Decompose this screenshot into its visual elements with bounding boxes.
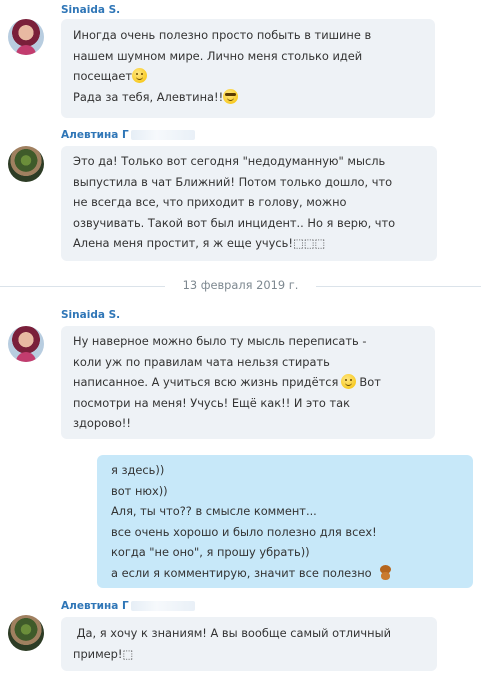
- message-author[interactable]: Sinaida S.: [61, 4, 120, 16]
- message-text-line: выпустила в чат Ближний! Потом только до…: [73, 174, 393, 189]
- message-text-line: не всегда все, что приходит в голову, мо…: [73, 195, 347, 209]
- redacted-name: [130, 601, 195, 611]
- message-text-line: а если я комментирую, значит все полезно: [111, 565, 372, 580]
- message-text-line: Это да! Только вот сегодня "недодуманную…: [73, 154, 386, 168]
- message-bubble: Ну наверное можно было ту мысль переписа…: [61, 326, 435, 439]
- message-text-line: озвучивать. Такой вот был инцидент.. Но …: [73, 215, 396, 230]
- message-text-line: все очень хорошо и было полезно для всех…: [111, 524, 377, 539]
- message-text-line: пример!⬚: [73, 646, 134, 661]
- redacted-name: [130, 130, 195, 140]
- separator-line: [316, 286, 481, 287]
- message-text-line: Аля, ты что?? в смысле коммент...: [111, 504, 317, 518]
- message-text-line: коли уж по правилам чата нельзя стирать: [73, 354, 330, 369]
- message-text-line: Да, я хочу к знаниям! А вы вообще самый …: [73, 626, 391, 640]
- date-label: 13 февраля 2019 г.: [168, 278, 313, 292]
- message-author[interactable]: Алевтина Г: [61, 600, 195, 612]
- message-bubble: Да, я хочу к знаниям! А вы вообще самый …: [61, 617, 437, 671]
- message-author[interactable]: Алевтина Г: [61, 129, 195, 141]
- message-text-line: когда "не оно", я прошу убрать)): [111, 545, 310, 559]
- message-text-line: Вот: [359, 375, 381, 389]
- own-message-bubble: я здесь)) вот нюх)) Аля, ты что?? в смыс…: [97, 455, 473, 588]
- message-text-line: посещает: [73, 69, 133, 83]
- message-text-line: Ну наверное можно было ту мысль переписа…: [73, 334, 367, 348]
- message-text-line: Иногда очень полезно просто побыть в тиш…: [73, 28, 372, 42]
- message-text-line: здорово!!: [73, 416, 131, 430]
- message-bubble: Это да! Только вот сегодня "недодуманную…: [61, 146, 437, 261]
- smiling-face-emoji-icon: [132, 68, 148, 83]
- message-text-line: посмотри на меня! Учусь! Ещё как!! И это…: [73, 395, 351, 410]
- sunglasses-face-emoji-icon: [223, 88, 239, 104]
- message-text-line: нашем шумном мире. Лично меня столько ид…: [73, 48, 363, 63]
- teddy-bear-emoji-icon: [378, 564, 393, 580]
- avatar[interactable]: [8, 19, 44, 55]
- message-bubble: Иногда очень полезно просто побыть в тиш…: [61, 19, 435, 118]
- date-separator: 13 февраля 2019 г.: [0, 278, 481, 292]
- separator-line: [0, 286, 165, 287]
- smiling-face-emoji-icon: [341, 374, 357, 389]
- message-text-line: Алена меня простит, я ж еще учусь!⬚⬚⬚: [73, 236, 326, 250]
- message-text-line: Рада за тебя, Алевтина!!: [73, 89, 224, 104]
- message-author[interactable]: Sinaida S.: [61, 309, 120, 321]
- message-text-line: вот нюх)): [111, 483, 168, 498]
- avatar[interactable]: [8, 146, 44, 182]
- message-text-line: написанное. А учиться всю жизнь придётся: [73, 375, 339, 389]
- message-text-line: я здесь)): [111, 463, 165, 477]
- avatar[interactable]: [8, 615, 44, 651]
- avatar[interactable]: [8, 326, 44, 362]
